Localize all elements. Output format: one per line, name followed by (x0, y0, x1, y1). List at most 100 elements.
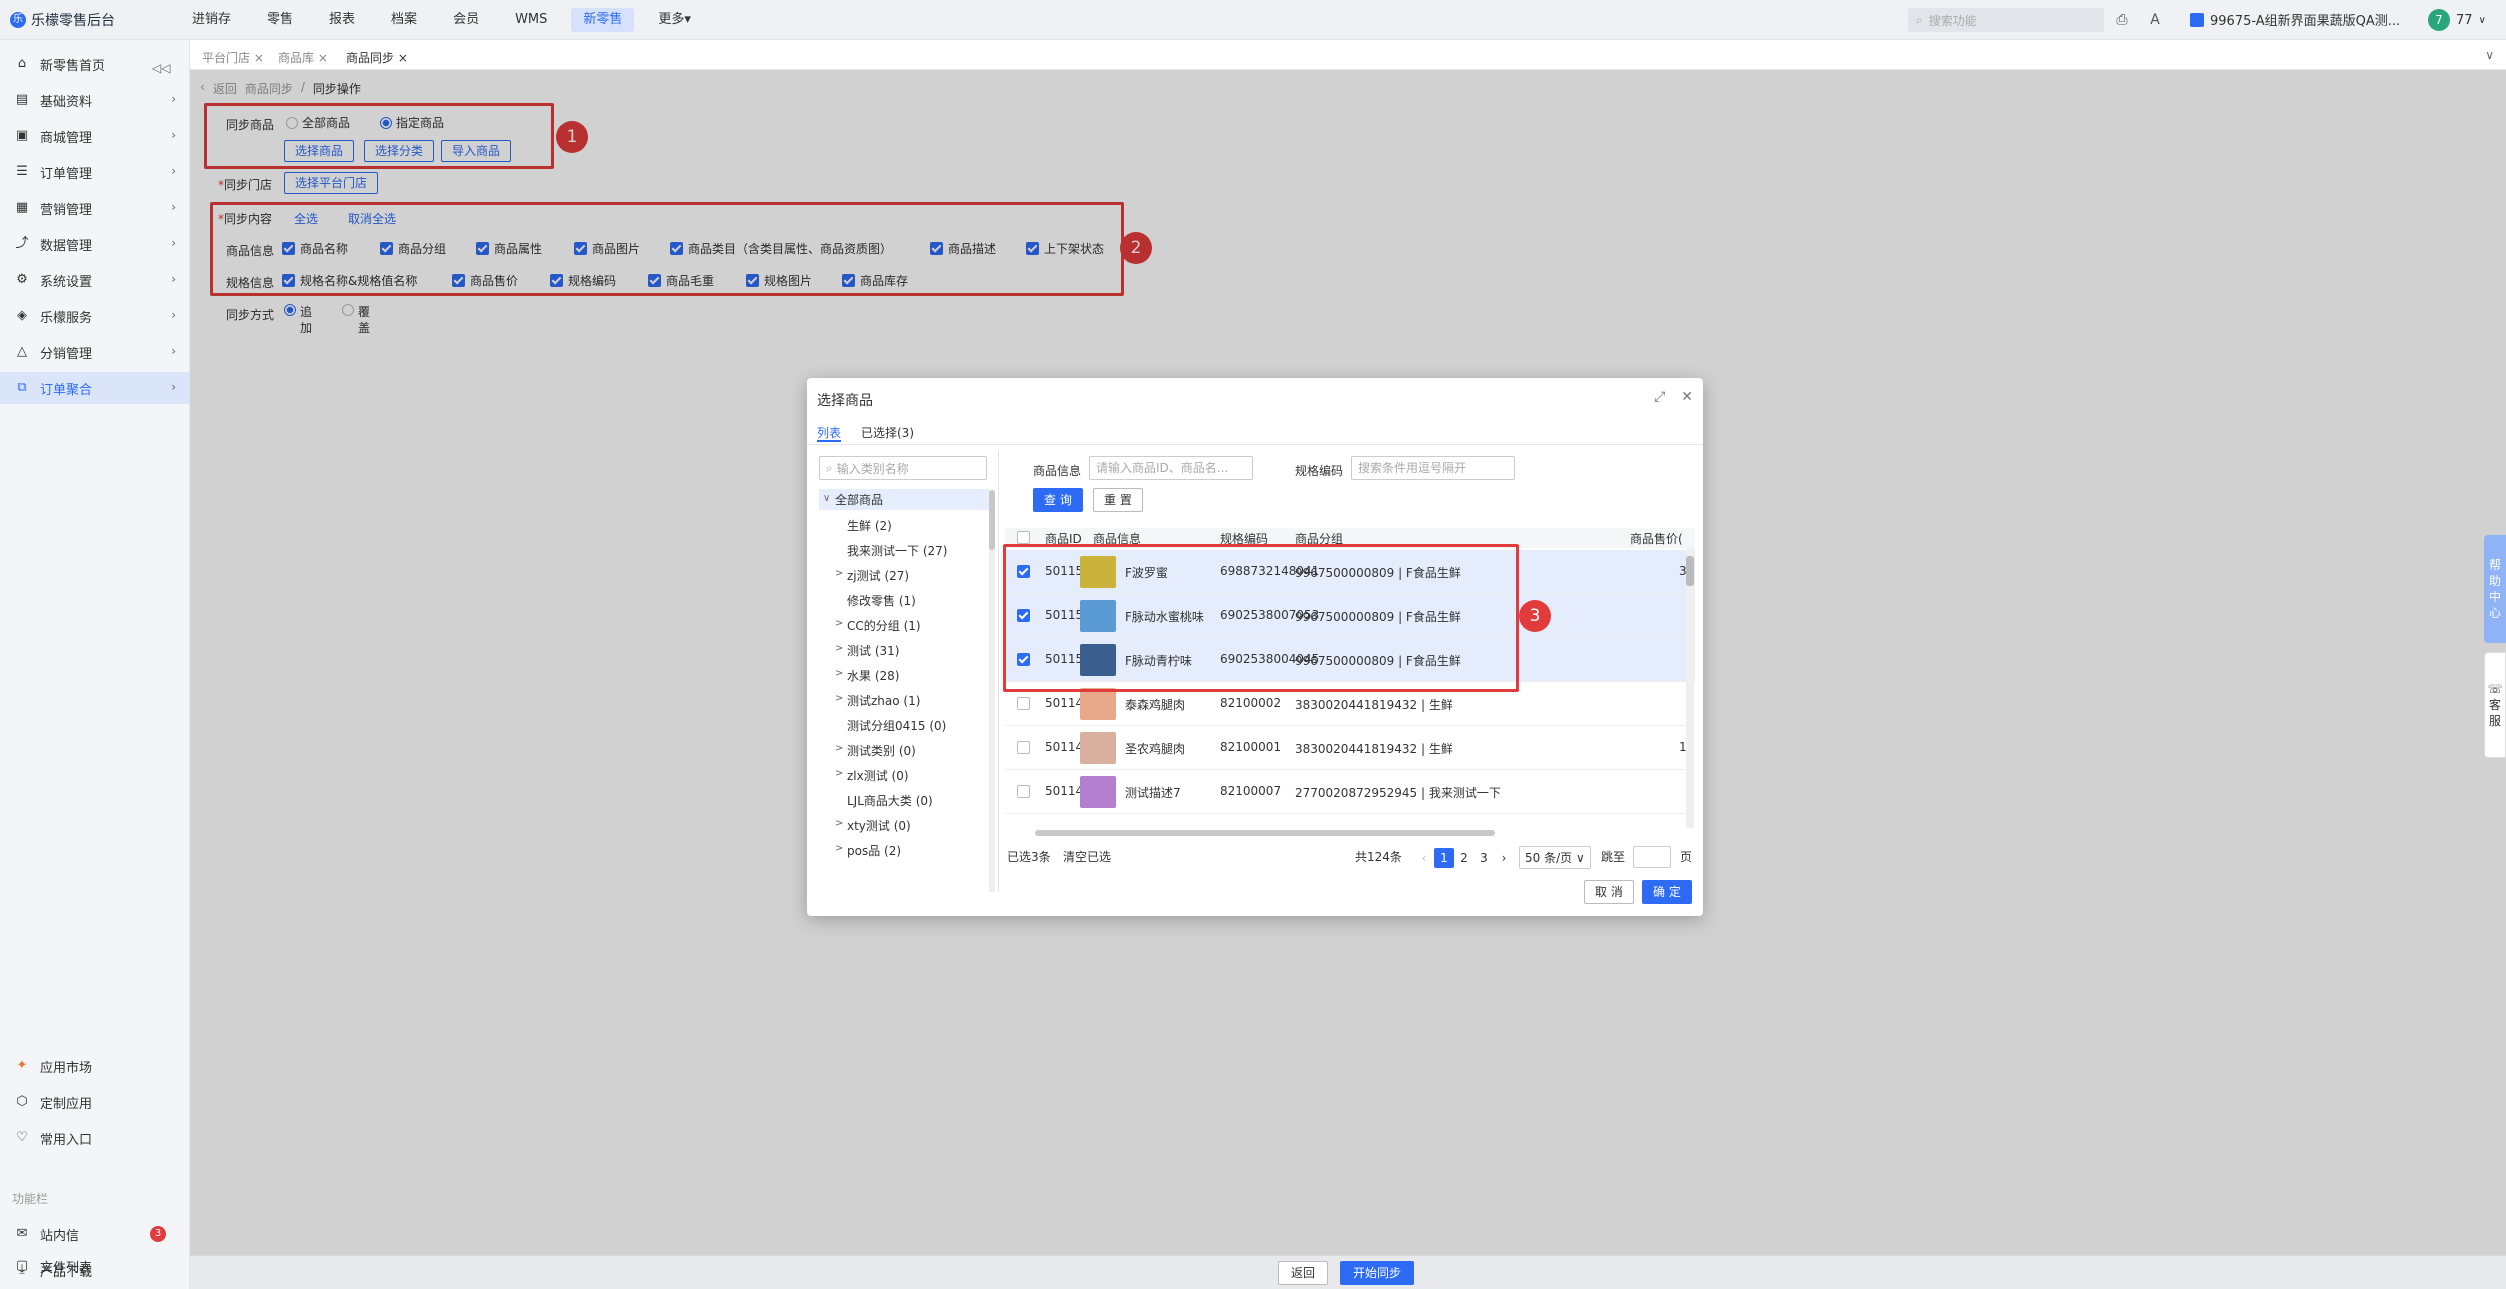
sidebar-item-home[interactable]: ⌂ 新零售首页 ◁◁ (0, 48, 190, 80)
tree-node[interactable]: 生鲜 (2) (847, 517, 892, 534)
jump-page-input[interactable] (1633, 846, 1671, 868)
printer-icon[interactable]: ⎙ (2112, 10, 2132, 30)
goods-thumbnail (1080, 776, 1116, 808)
reset-button[interactable]: 重 置 (1093, 488, 1143, 512)
help-char: 助 (2488, 574, 2501, 588)
filter-spec-input[interactable]: 搜索条件用逗号隔开 (1351, 456, 1515, 480)
sidebar-item-mall[interactable]: ▣ 商城管理 › (0, 120, 190, 152)
sidebar-item-data[interactable]: ⤴ 数据管理 › (0, 228, 190, 260)
store-selector[interactable]: 99675-A组新界面果蔬版QA测... (2190, 10, 2400, 29)
tree-node[interactable]: CC的分组 (1) (847, 617, 921, 634)
chevron-right-icon[interactable]: > (835, 743, 843, 754)
topnav-wms[interactable]: WMS (503, 8, 559, 32)
sidebar-item-orders[interactable]: ☰ 订单管理 › (0, 156, 190, 188)
chevron-right-icon[interactable]: > (835, 818, 843, 829)
sidebar-item-service[interactable]: ◈ 乐檬服务 › (0, 300, 190, 332)
start-sync-button[interactable]: 开始同步 (1340, 1261, 1415, 1285)
row-checkbox[interactable] (1017, 697, 1035, 712)
close-icon[interactable]: ✕ (1681, 389, 1693, 405)
tree-node[interactable]: 我来测试一下 (27) (847, 542, 947, 559)
selected-count: 已选3条 (1007, 850, 1051, 864)
tree-node[interactable]: 测试zhao (1) (847, 692, 920, 709)
user-menu[interactable]: 7 77 ∨ (2428, 9, 2486, 31)
chevron-right-icon[interactable]: > (835, 768, 843, 779)
tab-goods-library[interactable]: 商品库 × (272, 47, 334, 69)
query-button[interactable]: 查 询 (1033, 488, 1083, 512)
topnav-new-retail[interactable]: 新零售 (571, 8, 635, 32)
chevron-right-icon[interactable]: > (835, 568, 843, 579)
tree-node[interactable]: 水果 (28) (847, 667, 899, 684)
chevron-right-icon[interactable]: > (835, 843, 843, 854)
sidebar-item-favorites[interactable]: ♡ 常用入口 (0, 1122, 190, 1154)
tab-goods-sync[interactable]: 商品同步 × (340, 47, 414, 69)
topnav-retail[interactable]: 零售 (255, 8, 305, 32)
heart-icon: ♡ (16, 1130, 28, 1145)
table-vertical-scrollbar[interactable] (1686, 548, 1694, 828)
row-checkbox[interactable] (1017, 741, 1035, 756)
page-2[interactable]: 2 (1454, 848, 1474, 868)
chevron-right-icon: › (171, 200, 176, 214)
tree-node[interactable]: zlx测试 (0) (847, 767, 909, 784)
tree-node[interactable]: xty测试 (0) (847, 817, 911, 834)
help-center-widget[interactable]: 帮 助 中 心 (2484, 535, 2506, 643)
table-horizontal-scrollbar[interactable] (1035, 830, 1495, 836)
chevron-right-icon: › (171, 236, 176, 250)
chevron-right-icon[interactable]: > (835, 643, 843, 654)
prev-page-icon[interactable]: ‹ (1414, 848, 1434, 868)
collapse-icon[interactable]: ◁◁ (152, 61, 170, 75)
tree-scroll-thumb[interactable] (989, 490, 995, 550)
chevron-right-icon[interactable]: > (835, 693, 843, 704)
global-search-input[interactable]: ⌕ 搜索功能 (1908, 8, 2104, 32)
modal-tab-selected[interactable]: 已选择(3) (861, 424, 914, 441)
chevron-right-icon[interactable]: > (835, 618, 843, 629)
next-page-icon[interactable]: › (1494, 848, 1514, 868)
tree-node[interactable]: LJL商品大类 (0) (847, 792, 933, 809)
tree-scrollbar[interactable] (989, 490, 995, 892)
tree-node[interactable]: 测试分组0415 (0) (847, 717, 946, 734)
sidebar-item-messages[interactable]: ✉ 站内信 3 (0, 1218, 190, 1250)
category-search-input[interactable]: ⌕ 输入类别名称 (819, 456, 987, 480)
sidebar-item-distribution[interactable]: △ 分销管理 › (0, 336, 190, 368)
topnav-report[interactable]: 报表 (317, 8, 367, 32)
chevron-right-icon: › (171, 92, 176, 106)
tree-node[interactable]: 全部商品 (819, 489, 989, 510)
chevron-down-icon[interactable]: ∨ (2485, 48, 2494, 62)
tab-platform-store[interactable]: 平台门店 × (196, 47, 270, 69)
sidebar-item-settings[interactable]: ⚙ 系统设置 › (0, 264, 190, 296)
page-3[interactable]: 3 (1474, 848, 1494, 868)
tree-node[interactable]: 测试 (31) (847, 642, 899, 659)
sidebar-item-file-list[interactable]: ▢ 文件列表 (0, 1250, 190, 1282)
table-scroll-thumb[interactable] (1686, 556, 1694, 586)
filter-goods-input[interactable]: 请输入商品ID、商品名... (1089, 456, 1253, 480)
topnav-more[interactable]: 更多▾ (646, 8, 703, 32)
tree-node[interactable]: 测试类别 (0) (847, 742, 916, 759)
tree-node[interactable]: 修改零售 (1) (847, 592, 916, 609)
translate-icon[interactable]: A (2145, 10, 2165, 30)
chevron-right-icon[interactable]: > (835, 668, 843, 679)
table-row[interactable]: 5011407 测试描述7 82100007 2770020872952945 | 我… (1005, 770, 1695, 814)
clear-selected-link[interactable]: 清空已选 (1063, 848, 1111, 865)
modal-tab-list[interactable]: 列表 (817, 424, 841, 441)
page-1[interactable]: 1 (1434, 848, 1454, 868)
sidebar-item-app-market[interactable]: ✦ 应用市场 (0, 1050, 190, 1082)
chevron-down-icon[interactable]: ∨ (823, 493, 830, 504)
table-row[interactable]: 5011414 圣农鸡腿肉 82100001 3830020441819432 | 生… (1005, 726, 1695, 770)
expand-icon[interactable]: ⤢ (1654, 389, 1665, 405)
sidebar-item-custom-app[interactable]: ⬡ 定制应用 (0, 1086, 190, 1118)
app-logo[interactable]: 乐 乐檬零售后台 (10, 10, 115, 30)
topnav-member[interactable]: 会员 (441, 8, 491, 32)
tree-node[interactable]: zj测试 (27) (847, 567, 909, 584)
sidebar-item-basic-data[interactable]: ▤ 基础资料 › (0, 84, 190, 116)
topnav-archive[interactable]: 档案 (379, 8, 429, 32)
sidebar-item-marketing[interactable]: ▦ 营销管理 › (0, 192, 190, 224)
confirm-button[interactable]: 确 定 (1642, 880, 1692, 904)
header-checkbox[interactable] (1017, 531, 1035, 545)
topnav-inventory[interactable]: 进销存 (180, 8, 243, 32)
tree-node[interactable]: pos品 (2) (847, 842, 901, 859)
row-checkbox[interactable] (1017, 785, 1035, 800)
page-size-select[interactable]: 50 条/页 ∨ (1519, 846, 1591, 869)
footer-back-button[interactable]: 返回 (1278, 1261, 1329, 1285)
cancel-button[interactable]: 取 消 (1584, 880, 1634, 904)
sidebar-item-order-aggregate[interactable]: ⧉ 订单聚合 › (0, 372, 190, 404)
customer-service-widget[interactable]: ☏ 客 服 (2484, 652, 2506, 758)
